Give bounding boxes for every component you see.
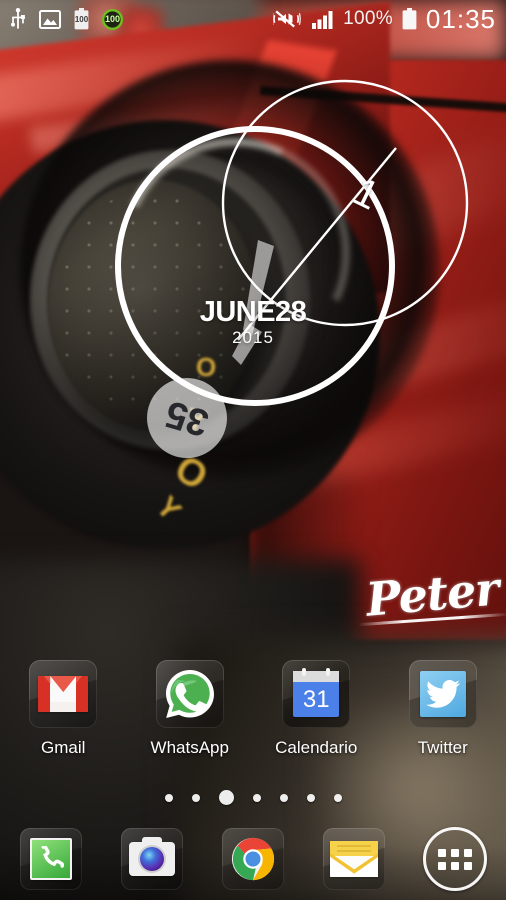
app-grid: Gmail WhatsApp 31 Calendario Twitter: [0, 660, 506, 758]
twitter-bird-icon: [425, 680, 460, 708]
page-dot[interactable]: [279, 793, 288, 802]
page-dot[interactable]: [306, 793, 315, 802]
battery-icon: [402, 8, 417, 30]
app-label-whatsapp: WhatsApp: [150, 738, 229, 757]
clock-face-graphic: [115, 79, 469, 406]
page-dot-active[interactable]: [218, 790, 234, 805]
app-drawer-button[interactable]: [423, 827, 488, 891]
chrome-logo-icon: [231, 837, 275, 881]
twitter-icon[interactable]: [408, 660, 477, 728]
status-bar[interactable]: 100 100 100% 01:35: [0, 0, 506, 38]
page-dot[interactable]: [252, 793, 261, 802]
app-label-calendar: Calendario: [275, 738, 358, 757]
app-label-gmail: Gmail: [41, 738, 86, 757]
calendar-day-number: 31: [302, 686, 330, 713]
camera-icon[interactable]: [120, 828, 183, 890]
dock-item-phone[interactable]: [0, 828, 101, 890]
gmail-icon[interactable]: [29, 660, 98, 728]
dock-item-camera[interactable]: [101, 828, 202, 890]
messaging-icon[interactable]: [323, 828, 386, 890]
phone-handset-icon: [41, 846, 64, 868]
home-screen: O Y O Y Peter: [0, 0, 506, 900]
battery-saver-value: 100: [74, 15, 89, 24]
signal-icon: [312, 10, 334, 29]
page-dot[interactable]: [333, 793, 342, 802]
dock-item-app-drawer[interactable]: [405, 827, 506, 891]
dock-item-chrome[interactable]: [202, 828, 303, 890]
battery-percent-label: 100%: [343, 8, 393, 29]
page-dot[interactable]: [191, 793, 200, 802]
battery-circle-value: 100: [104, 13, 121, 24]
calendar-icon[interactable]: 31: [282, 660, 351, 728]
dock-item-messaging[interactable]: [304, 828, 405, 890]
status-bar-clock: 01:35: [425, 4, 496, 34]
app-item-calendar[interactable]: 31 Calendario: [253, 660, 380, 758]
phone-icon[interactable]: [19, 828, 82, 890]
clock-minute-value: 35: [160, 391, 214, 445]
clock-widget[interactable]: 35 1 JUNE28 2015: [0, 38, 506, 508]
app-label-twitter: Twitter: [417, 738, 468, 757]
app-item-gmail[interactable]: Gmail: [0, 660, 127, 758]
app-item-twitter[interactable]: Twitter: [380, 660, 506, 758]
usb-icon: [10, 8, 26, 30]
status-bar-right-icons: 100% 01:35: [273, 6, 496, 32]
grid-icon: [438, 848, 473, 870]
vibrate-mute-icon: [273, 8, 303, 30]
picture-icon: [39, 9, 61, 29]
clock-year: 2015: [232, 328, 274, 347]
page-indicator[interactable]: [0, 790, 506, 805]
battery-circle-icon: 100: [102, 8, 123, 30]
page-dot[interactable]: [164, 793, 173, 802]
clock-date: JUNE28: [199, 296, 307, 328]
battery-saver-icon: 100: [74, 8, 89, 30]
dock: [0, 818, 506, 900]
status-bar-left-icons: 100 100: [10, 8, 123, 30]
chrome-icon[interactable]: [222, 828, 284, 890]
app-item-whatsapp[interactable]: WhatsApp: [127, 660, 254, 758]
whatsapp-icon[interactable]: [155, 660, 224, 728]
clock-minute-badge: 35: [147, 378, 227, 458]
